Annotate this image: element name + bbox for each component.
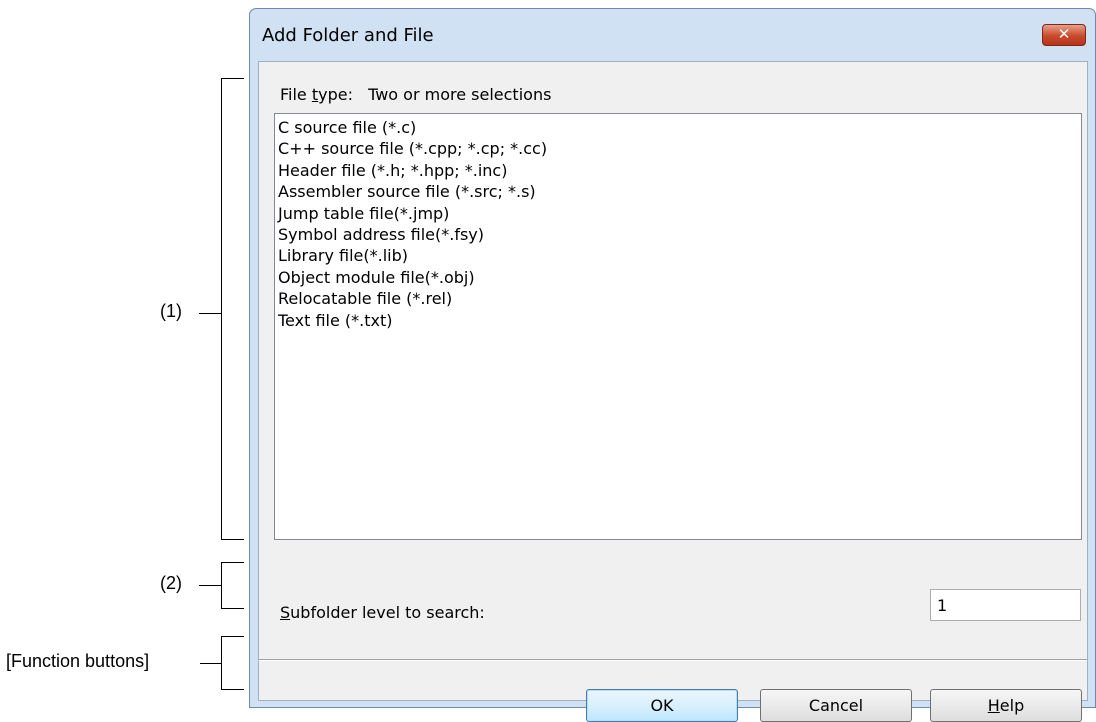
callout-2-bracket (221, 562, 244, 609)
help-button[interactable]: Help (930, 689, 1082, 722)
title-bar[interactable]: Add Folder and File ✕ (250, 9, 1095, 61)
file-type-list[interactable]: C source file (*.c) C++ source file (*.c… (274, 113, 1082, 540)
subfolder-level-input[interactable] (930, 589, 1081, 621)
callout-function-buttons-leader (200, 663, 221, 664)
callout-function-buttons-bracket (221, 636, 244, 690)
callout-1-bracket (221, 78, 244, 540)
callout-2-leader (199, 585, 221, 586)
list-item-symbol-address[interactable]: Symbol address file(*.fsy) (278, 224, 1081, 245)
dialog-title: Add Folder and File (262, 25, 434, 46)
list-item-c-source[interactable]: C source file (*.c) (278, 117, 1081, 138)
callout-2-label: (2) (160, 573, 182, 593)
callout-1-leader (199, 313, 221, 314)
dialog-client-area: File type: Two or more selections C sour… (258, 61, 1088, 722)
list-item-jump-table[interactable]: Jump table file(*.jmp) (278, 203, 1081, 224)
callout-1-label: (1) (160, 301, 182, 321)
list-item-text[interactable]: Text file (*.txt) (278, 310, 1081, 331)
callout-function-buttons-label: [Function buttons] (6, 651, 150, 671)
list-item-assembler-source[interactable]: Assembler source file (*.src; *.s) (278, 181, 1081, 202)
close-button[interactable]: ✕ (1042, 24, 1086, 46)
file-type-value: Two or more selections (368, 85, 552, 104)
list-item-library[interactable]: Library file(*.lib) (278, 245, 1081, 266)
file-type-label: File type: Two or more selections (280, 85, 552, 104)
add-folder-and-file-dialog: Add Folder and File ✕ File type: Two or … (249, 8, 1096, 722)
cancel-button[interactable]: Cancel (760, 689, 912, 722)
close-icon: ✕ (1057, 25, 1071, 43)
list-item-cpp-source[interactable]: C++ source file (*.cpp; *.cp; *.cc) (278, 138, 1081, 159)
ok-button[interactable]: OK (586, 689, 738, 722)
list-item-header[interactable]: Header file (*.h; *.hpp; *.inc) (278, 160, 1081, 181)
subfolder-level-label: Subfolder level to search: (280, 603, 485, 622)
list-item-relocatable[interactable]: Relocatable file (*.rel) (278, 288, 1081, 309)
list-item-object-module[interactable]: Object module file(*.obj) (278, 267, 1081, 288)
button-separator (259, 659, 1087, 661)
